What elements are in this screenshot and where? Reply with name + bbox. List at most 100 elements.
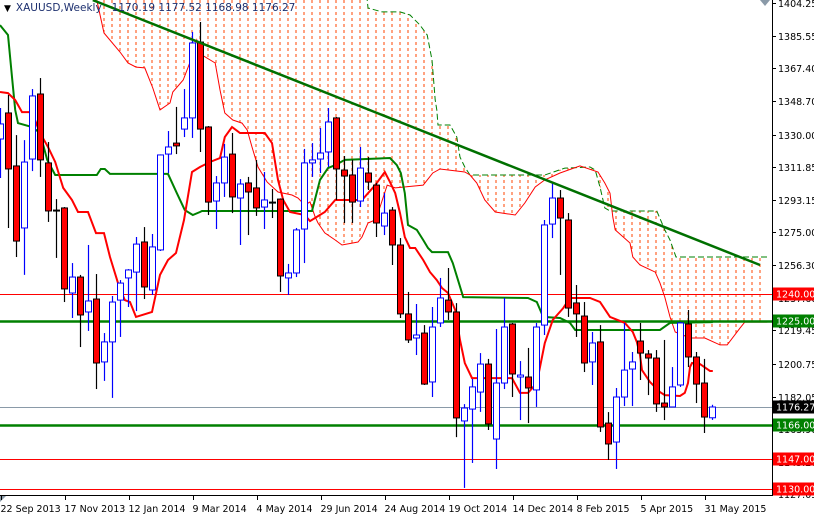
candle-body [237, 183, 244, 199]
candle-body [669, 386, 676, 408]
candle-body [581, 315, 588, 364]
candle-bullish [213, 176, 220, 230]
candle-body [0, 123, 4, 140]
candle-body [685, 323, 692, 358]
candle-bearish [405, 291, 412, 343]
candle-body [197, 41, 204, 130]
candle-bullish [541, 219, 548, 335]
candle-bullish [501, 297, 508, 390]
price-label-red: 1130.00 [773, 482, 814, 496]
x-tick-label: 19 Oct 2014 [449, 504, 508, 515]
candle-body [541, 224, 548, 326]
candle-bearish [277, 198, 284, 292]
price-label-green: 1225.00 [773, 314, 814, 328]
candle-bullish [117, 280, 124, 337]
candle-body [485, 363, 492, 425]
candle-bullish [109, 296, 116, 398]
candle-body [517, 374, 524, 378]
candle-bullish [437, 277, 444, 328]
candle-body [373, 184, 380, 224]
candle-body [493, 382, 500, 440]
candle-bearish [557, 190, 564, 275]
x-tick-label: 22 Sep 2013 [1, 504, 61, 515]
candle-bearish [93, 274, 100, 390]
candle-bearish [421, 325, 428, 385]
candle-body [645, 353, 652, 359]
ohlc-readout: 1170.19 1177.52 1168.98 1176.27 [111, 2, 296, 14]
candle-body [653, 357, 660, 405]
candle-body [309, 159, 316, 164]
candle-bullish [709, 404, 716, 420]
candle-bullish [301, 148, 308, 264]
candle-body [277, 198, 284, 277]
candle-body [325, 121, 332, 153]
candle-body [125, 269, 132, 279]
candle-body [245, 182, 252, 193]
price-label-red: 1147.00 [773, 452, 814, 466]
candle-body [189, 42, 196, 119]
candle-body [21, 161, 28, 229]
candle-body [509, 323, 516, 375]
price-chart[interactable]: 1404.25 1385.55 1367.40 1348.70 1330.00 1311.… [0, 0, 814, 516]
candle-bullish [477, 353, 484, 412]
candle-body [141, 241, 148, 288]
price-label-text: 1176.27 [776, 403, 814, 414]
candle-body [317, 152, 324, 160]
candle-body [13, 165, 20, 242]
y-tick-label: 1256.30 [778, 261, 814, 272]
candle-bearish [509, 322, 516, 398]
x-tick-label: 9 Mar 2014 [193, 504, 247, 515]
candle-body [709, 406, 716, 419]
candle-bearish [605, 412, 612, 460]
symbol-timeframe: XAUUSD,Weekly [15, 2, 102, 14]
y-tick-label: 1275.00 [778, 228, 814, 239]
price-label-text: 1240.00 [776, 290, 814, 301]
price-label-text: 1166.00 [776, 421, 814, 432]
candle-bearish [701, 358, 708, 433]
scroll-marker-icon [0, 496, 6, 502]
candle-body [45, 162, 52, 212]
candle-bearish [173, 106, 180, 155]
candle-bearish [373, 182, 380, 238]
candle-body [117, 282, 124, 301]
candle-body [269, 201, 276, 204]
candle-body [573, 302, 580, 315]
y-tick-label: 1348.70 [778, 97, 814, 108]
candle-bullish [165, 131, 172, 174]
candle-bullish [493, 328, 500, 469]
y-tick-label: 1219.45 [778, 326, 814, 337]
candle-body [133, 243, 140, 273]
candle-body [557, 197, 564, 219]
candle-body [629, 361, 636, 370]
candle-body [549, 197, 556, 225]
candle-bearish [389, 207, 396, 266]
candle-body [293, 229, 300, 274]
candle-bullish [181, 89, 188, 138]
candle-body [181, 117, 188, 130]
candle-bearish [645, 350, 652, 396]
x-tick-label: 29 Jun 2014 [321, 504, 378, 515]
candle-body [165, 146, 172, 155]
candle-bullish [69, 263, 76, 318]
price-label-red: 1240.00 [773, 287, 814, 301]
candle-body [349, 174, 356, 203]
candle-body [677, 322, 684, 386]
x-tick-label: 24 Aug 2014 [385, 504, 446, 515]
candle-bearish [661, 339, 668, 421]
triangle-down-icon[interactable]: ▼ [4, 4, 11, 14]
candle-bullish [621, 322, 628, 407]
price-label-current: 1176.27 [773, 400, 814, 414]
candle-bullish [189, 31, 196, 138]
candle-bearish [485, 358, 492, 430]
candle-body [693, 356, 700, 385]
y-tick-label: 1330.00 [778, 131, 814, 142]
candle-body [445, 299, 452, 313]
candle-bullish [133, 237, 140, 312]
candle-body [589, 342, 596, 363]
candle-bullish [101, 333, 108, 381]
candle-bearish [445, 268, 452, 320]
candle-body [61, 207, 68, 290]
candle-bullish [669, 367, 676, 408]
candle-body [5, 112, 12, 170]
candle-bearish [597, 325, 604, 432]
